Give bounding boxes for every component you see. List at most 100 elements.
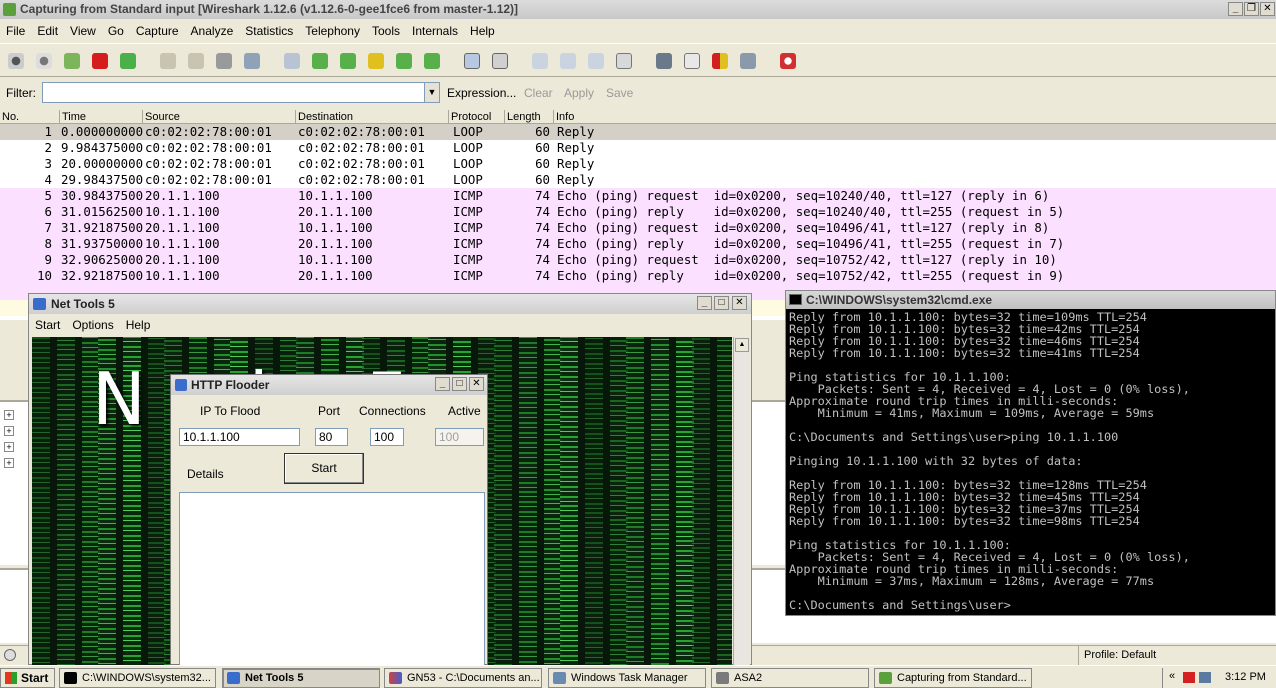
nettools-minimize-button[interactable]: _ (697, 296, 712, 310)
colorize-icon[interactable] (464, 53, 480, 69)
col-no[interactable]: No. (0, 110, 19, 124)
details-textbox[interactable] (179, 492, 485, 666)
flooder-maximize-button[interactable]: □ (452, 377, 467, 391)
expand-icon[interactable]: + (4, 410, 14, 420)
menu-go[interactable]: Go (102, 21, 130, 41)
nettools-maximize-button[interactable]: □ (714, 296, 729, 310)
col-source[interactable]: Source (142, 110, 180, 124)
preferences-icon[interactable] (740, 53, 756, 69)
options-icon[interactable] (36, 53, 52, 69)
expand-icon[interactable]: + (4, 426, 14, 436)
packet-list[interactable]: No. Time Source Destination Protocol Len… (0, 110, 1276, 320)
col-destination[interactable]: Destination (295, 110, 353, 124)
flood-start-button[interactable]: Start (284, 453, 364, 484)
wireshark-title-bar[interactable]: Capturing from Standard input [Wireshark… (0, 0, 1276, 19)
filter-input[interactable] (42, 82, 427, 103)
menu-help[interactable]: Help (464, 21, 501, 41)
tray-expand-icon[interactable]: « (1169, 670, 1175, 682)
restart-capture-icon[interactable] (120, 53, 136, 69)
reload-icon[interactable] (244, 53, 260, 69)
menu-internals[interactable]: Internals (406, 21, 464, 41)
task-nettools[interactable]: Net Tools 5 (222, 668, 380, 688)
menu-file[interactable]: File (0, 21, 31, 41)
expert-info-icon[interactable] (4, 649, 16, 661)
col-protocol[interactable]: Protocol (448, 110, 491, 124)
packet-row[interactable]: 7 31.92187500 20.1.1.100 10.1.1.100 ICMP 74 Ec… (0, 220, 1276, 236)
port-input[interactable]: 80 (315, 428, 348, 446)
normal-size-icon[interactable] (588, 53, 604, 69)
menu-statistics[interactable]: Statistics (239, 21, 299, 41)
packet-row[interactable]: 1 0.000000000 c0:02:02:78:00:01 c0:02:02:78… (0, 124, 1276, 140)
profile-label[interactable]: Profile: Default (1084, 649, 1156, 661)
expression-button[interactable]: Expression... (447, 86, 516, 100)
flooder-title-bar[interactable]: HTTP Flooder _ □ ✕ (171, 375, 487, 395)
packet-row[interactable]: 6 31.01562500 10.1.1.100 20.1.1.100 ICMP 74 Ec… (0, 204, 1276, 220)
menu-telephony[interactable]: Telephony (299, 21, 366, 41)
stop-capture-icon[interactable] (92, 53, 108, 69)
task-cmd[interactable]: C:\WINDOWS\system32... (59, 668, 216, 688)
capture-filters-icon[interactable] (656, 53, 672, 69)
menu-tools[interactable]: Tools (366, 21, 406, 41)
display-filters-icon[interactable] (684, 53, 700, 69)
open-file-icon[interactable] (160, 53, 176, 69)
nettools-menu-start[interactable]: Start (29, 315, 66, 335)
col-time[interactable]: Time (59, 110, 86, 124)
save-filter-button[interactable]: Save (606, 86, 633, 100)
connections-input[interactable]: 100 (370, 428, 404, 446)
packet-row[interactable]: 10 32.92187500 10.1.1.100 20.1.1.100 ICMP 74 E… (0, 268, 1276, 284)
start-button[interactable]: Start (0, 668, 55, 688)
task-asa2[interactable]: ASA2 (711, 668, 869, 688)
go-forward-icon[interactable] (340, 53, 356, 69)
task-wireshark[interactable]: Capturing from Standard... (874, 668, 1032, 688)
minimize-button[interactable]: _ (1228, 2, 1243, 16)
col-info[interactable]: Info (553, 110, 574, 124)
close-file-icon[interactable] (216, 53, 232, 69)
menu-view[interactable]: View (64, 21, 102, 41)
menu-edit[interactable]: Edit (31, 21, 64, 41)
clear-button[interactable]: Clear (524, 86, 553, 100)
col-length[interactable]: Length (504, 110, 541, 124)
expand-icon[interactable]: + (4, 458, 14, 468)
task-gns3[interactable]: GN53 - C:\Documents an... (384, 668, 542, 688)
packet-row[interactable]: 8 31.93750000 10.1.1.100 20.1.1.100 ICMP 74 Ec… (0, 236, 1276, 252)
nettools-title-bar[interactable]: Net Tools 5 _ □ ✕ (29, 294, 751, 314)
packet-row[interactable]: 5 30.98437500 20.1.1.100 10.1.1.100 ICMP 74 Ec… (0, 188, 1276, 204)
packet-row[interactable]: 9 32.90625000 20.1.1.100 10.1.1.100 ICMP 74 Ec… (0, 252, 1276, 268)
close-button[interactable]: ✕ (1260, 2, 1275, 16)
zoom-in-icon[interactable] (532, 53, 548, 69)
cmd-output[interactable]: Reply from 10.1.1.100: bytes=32 time=109… (789, 311, 1273, 613)
zoom-out-icon[interactable] (560, 53, 576, 69)
expand-icon[interactable]: + (4, 442, 14, 452)
packet-row[interactable]: 4 29.98437500 c0:02:02:78:00:01 c0:02:02:78… (0, 172, 1276, 188)
find-packet-icon[interactable] (284, 53, 300, 69)
help-icon[interactable] (780, 53, 796, 69)
go-back-icon[interactable] (312, 53, 328, 69)
go-first-icon[interactable] (396, 53, 412, 69)
nettools-menu-help[interactable]: Help (120, 315, 157, 335)
go-to-packet-icon[interactable] (368, 53, 384, 69)
cmd-title-bar[interactable]: C:\WINDOWS\system32\cmd.exe (786, 291, 1275, 309)
maximize-button[interactable]: ❐ (1244, 2, 1259, 16)
nettools-menu-options[interactable]: Options (66, 315, 119, 335)
scroll-up-icon[interactable]: ▲ (735, 338, 749, 352)
menu-capture[interactable]: Capture (130, 21, 185, 41)
go-last-icon[interactable] (424, 53, 440, 69)
auto-scroll-icon[interactable] (492, 53, 508, 69)
save-file-icon[interactable] (188, 53, 204, 69)
menu-analyze[interactable]: Analyze (185, 21, 240, 41)
flooder-close-button[interactable]: ✕ (469, 377, 484, 391)
apply-button[interactable]: Apply (564, 86, 594, 100)
packet-row[interactable]: 3 20.00000000 c0:02:02:78:00:01 c0:02:02:78… (0, 156, 1276, 172)
resize-columns-icon[interactable] (616, 53, 632, 69)
nettools-scrollbar[interactable]: ▲ (733, 337, 750, 665)
interfaces-icon[interactable] (8, 53, 24, 69)
flooder-minimize-button[interactable]: _ (435, 377, 450, 391)
ip-input[interactable]: 10.1.1.100 (179, 428, 300, 446)
coloring-rules-icon[interactable] (712, 53, 728, 69)
filter-dropdown-icon[interactable]: ▼ (424, 82, 440, 103)
nettools-close-button[interactable]: ✕ (732, 296, 747, 310)
task-taskmanager[interactable]: Windows Task Manager (548, 668, 706, 688)
packet-row[interactable]: 2 9.984375000 c0:02:02:78:00:01 c0:02:02:78… (0, 140, 1276, 156)
tray-network-icon[interactable] (1199, 672, 1211, 683)
tray-stop-icon[interactable] (1183, 672, 1195, 683)
